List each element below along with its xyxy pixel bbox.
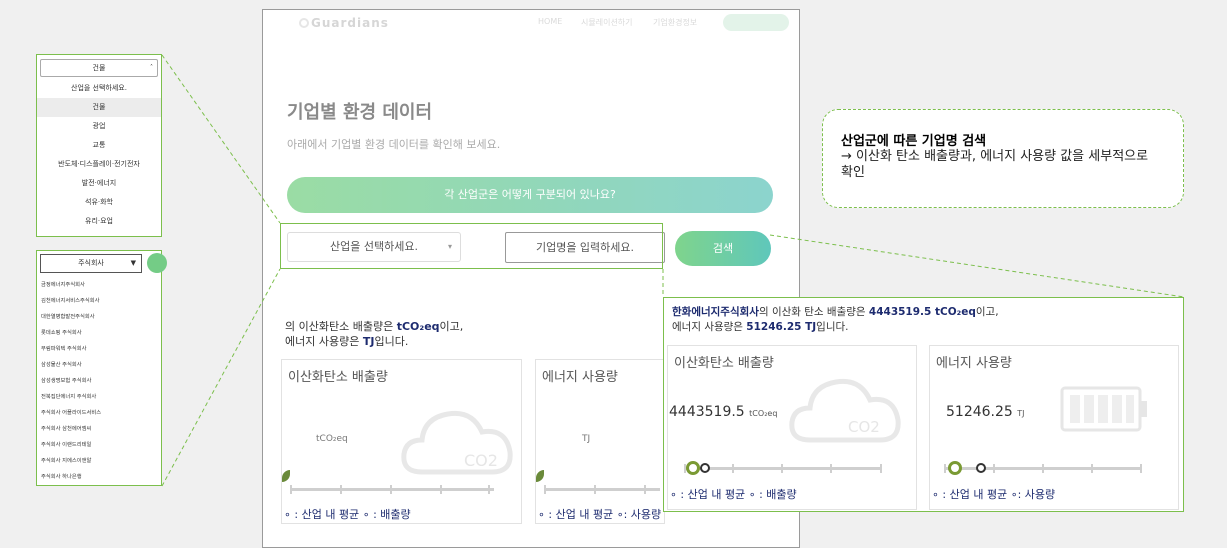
annotation-title: 산업군에 따른 기업명 검색: [841, 134, 987, 149]
energy-card: 에너지 사용량 TJ ∘ : 산업 내 평균 ∘: 사용량: [535, 359, 665, 524]
chevron-up-icon: ˄: [150, 64, 153, 71]
energy-unit: TJ: [582, 434, 591, 444]
zoomed-result-panel: 한화에너지주식회사의 이산화 탄소 배출량은 4443519.5 tCO₂eq이…: [663, 297, 1184, 512]
company-option[interactable]: 삼성생명보험 주식회사: [41, 376, 91, 384]
industry-info-button[interactable]: 각 산업군은 어떻게 구분되어 있나요?: [287, 177, 773, 213]
slider-tick: [544, 485, 546, 494]
company-option[interactable]: 주식회사 지에스이앤알: [41, 456, 91, 464]
top-nav: Guardians HOME 시뮬레이션하기 기업환경정보: [263, 10, 799, 36]
result-line-1: 의 이산화탄소 배출량은 tCO₂eq이고,: [285, 320, 464, 333]
zoom-energy-value: 51246.25 TJ: [946, 404, 1025, 420]
slider-tick: [290, 485, 292, 494]
company-option[interactable]: 주식회사 이랜드리테일: [41, 440, 91, 448]
slider-tick: [390, 485, 392, 494]
industry-option[interactable]: 발전·에너지: [37, 174, 161, 193]
zoom-co2-value: 4443519.5 tCO₂eq: [669, 404, 778, 420]
company-option[interactable]: 주식회사 삼천에어엠씨: [41, 424, 91, 432]
connector-line: [769, 234, 1185, 298]
co2-unit: tCO₂eq: [316, 434, 348, 444]
company-option[interactable]: 대한열병합발전주식회사: [41, 312, 95, 320]
nav-link-simulation[interactable]: 시뮬레이션하기: [581, 17, 633, 28]
company-dropdown-panel: 주식회사 ▼ 금정에너지주식회사 김천에너지서비스주식회사 대한열병합발전주식회…: [36, 250, 167, 486]
slider-tick: [594, 485, 596, 494]
company-option[interactable]: 삼성물산 주식회사: [41, 360, 82, 368]
search-button[interactable]: 검색: [675, 231, 771, 266]
search-highlight-box: [280, 223, 663, 269]
annotation-body: → 이산화 탄소 배출량과, 에너지 사용량 값을 세부적으로 확인: [841, 149, 1149, 180]
industry-average-marker: [948, 461, 962, 475]
zoom-co2-icon-label: CO2: [848, 418, 880, 436]
nav-link-company-info[interactable]: 기업환경정보: [653, 17, 697, 28]
industry-option[interactable]: 유리·요업: [37, 212, 161, 231]
slider-tick: [781, 464, 783, 473]
industry-option[interactable]: 광업: [37, 117, 161, 136]
industry-option[interactable]: 반도체·디스플레이·전기전자: [37, 155, 161, 174]
slider-tick: [993, 464, 995, 473]
zoom-co2-card-title: 이산화탄소 배출량: [674, 356, 774, 371]
slider-tick: [1042, 464, 1044, 473]
zoom-energy-card-title: 에너지 사용량: [936, 356, 1012, 371]
nav-button[interactable]: [723, 14, 789, 31]
logo-icon: [299, 18, 309, 28]
industry-average-marker: [686, 461, 700, 475]
slider-tick: [944, 464, 946, 473]
industry-option[interactable]: 교통: [37, 136, 161, 155]
zoom-co2-card: 이산화탄소 배출량 4443519.5 tCO₂eq CO2 ∘ : 산업 내 …: [667, 345, 917, 510]
zoom-result-line-2: 에너지 사용량은 51246.25 TJ입니다.: [672, 321, 849, 333]
result-line-2: 에너지 사용량은 TJ입니다.: [285, 335, 409, 348]
slider-tick: [1140, 464, 1142, 473]
slider-tick: [488, 485, 490, 494]
company-option[interactable]: 금정에너지주식회사: [41, 280, 85, 288]
company-option[interactable]: 롯데쇼핑 주식회사: [41, 328, 82, 336]
zoom-energy-card: 에너지 사용량 51246.25 TJ ∘ : 산업 내 평균 ∘: 사용량: [929, 345, 1179, 510]
energy-slider-track: [544, 488, 660, 491]
emission-marker: [700, 463, 710, 473]
chevron-down-icon: ▼: [130, 259, 136, 267]
company-option[interactable]: 주식회사 어플라이드서비스: [41, 408, 101, 416]
slider-tick: [644, 485, 646, 494]
zoom-co2-slider-track: [684, 467, 882, 470]
co2-card: 이산화탄소 배출량 tCO₂eq CO2 ∘ : 산업 내 평균 ∘ : 배출량: [281, 359, 522, 524]
co2-icon-label: CO2: [464, 451, 498, 470]
industry-option[interactable]: 산업을 선택하세요.: [37, 79, 161, 98]
energy-legend: ∘ : 산업 내 평균 ∘: 사용량: [538, 508, 662, 521]
industry-dropdown[interactable]: 건물 ˄: [40, 59, 158, 77]
company-option[interactable]: 무림파워텍 주식회사: [41, 344, 87, 352]
co2-legend: ∘ : 산업 내 평균 ∘ : 배출량: [284, 508, 411, 521]
page-subtitle: 아래에서 기업별 환경 데이터를 확인해 보세요.: [287, 138, 501, 151]
slider-tick: [340, 485, 342, 494]
slider-tick: [1091, 464, 1093, 473]
zoom-energy-legend: ∘ : 산업 내 평균 ∘: 사용량: [932, 488, 1056, 501]
industry-option[interactable]: 건물: [37, 98, 161, 117]
page-title: 기업별 환경 데이터: [287, 102, 433, 123]
company-option[interactable]: 전북집단에너지 주식회사: [41, 392, 96, 400]
company-option[interactable]: 주식회사 하나은행: [41, 472, 82, 480]
company-dropdown[interactable]: 주식회사 ▼: [40, 254, 142, 273]
co2-slider-track: [290, 488, 494, 491]
battery-icon: [1060, 386, 1147, 432]
industry-dropdown-panel: 건물 ˄ 산업을 선택하세요. 건물 광업 교통 반도체·디스플레이·전기전자 …: [36, 54, 162, 237]
nav-link-home[interactable]: HOME: [538, 17, 562, 26]
logo[interactable]: Guardians: [311, 16, 389, 30]
cloud-icon: CO2: [401, 410, 513, 475]
slider-tick: [732, 464, 734, 473]
industry-option[interactable]: 석유·화학: [37, 193, 161, 212]
co2-card-title: 이산화탄소 배출량: [288, 370, 388, 385]
slider-tick: [440, 485, 442, 494]
cloud-icon: CO2: [789, 378, 901, 443]
slider-tick: [830, 464, 832, 473]
energy-card-title: 에너지 사용량: [542, 370, 618, 385]
slider-tick: [880, 464, 882, 473]
leaf-icon: [536, 470, 544, 482]
company-search-button[interactable]: [147, 253, 167, 273]
zoom-co2-legend: ∘ : 산업 내 평균 ∘ : 배출량: [670, 488, 797, 501]
leaf-icon: [282, 470, 290, 482]
zoom-result-line-1: 한화에너지주식회사의 이산화 탄소 배출량은 4443519.5 tCO₂eq이…: [672, 306, 999, 318]
annotation-callout: 산업군에 따른 기업명 검색 → 이산화 탄소 배출량과, 에너지 사용량 값을…: [822, 109, 1184, 208]
company-option[interactable]: 김천에너지서비스주식회사: [41, 296, 99, 304]
usage-marker: [976, 463, 986, 473]
